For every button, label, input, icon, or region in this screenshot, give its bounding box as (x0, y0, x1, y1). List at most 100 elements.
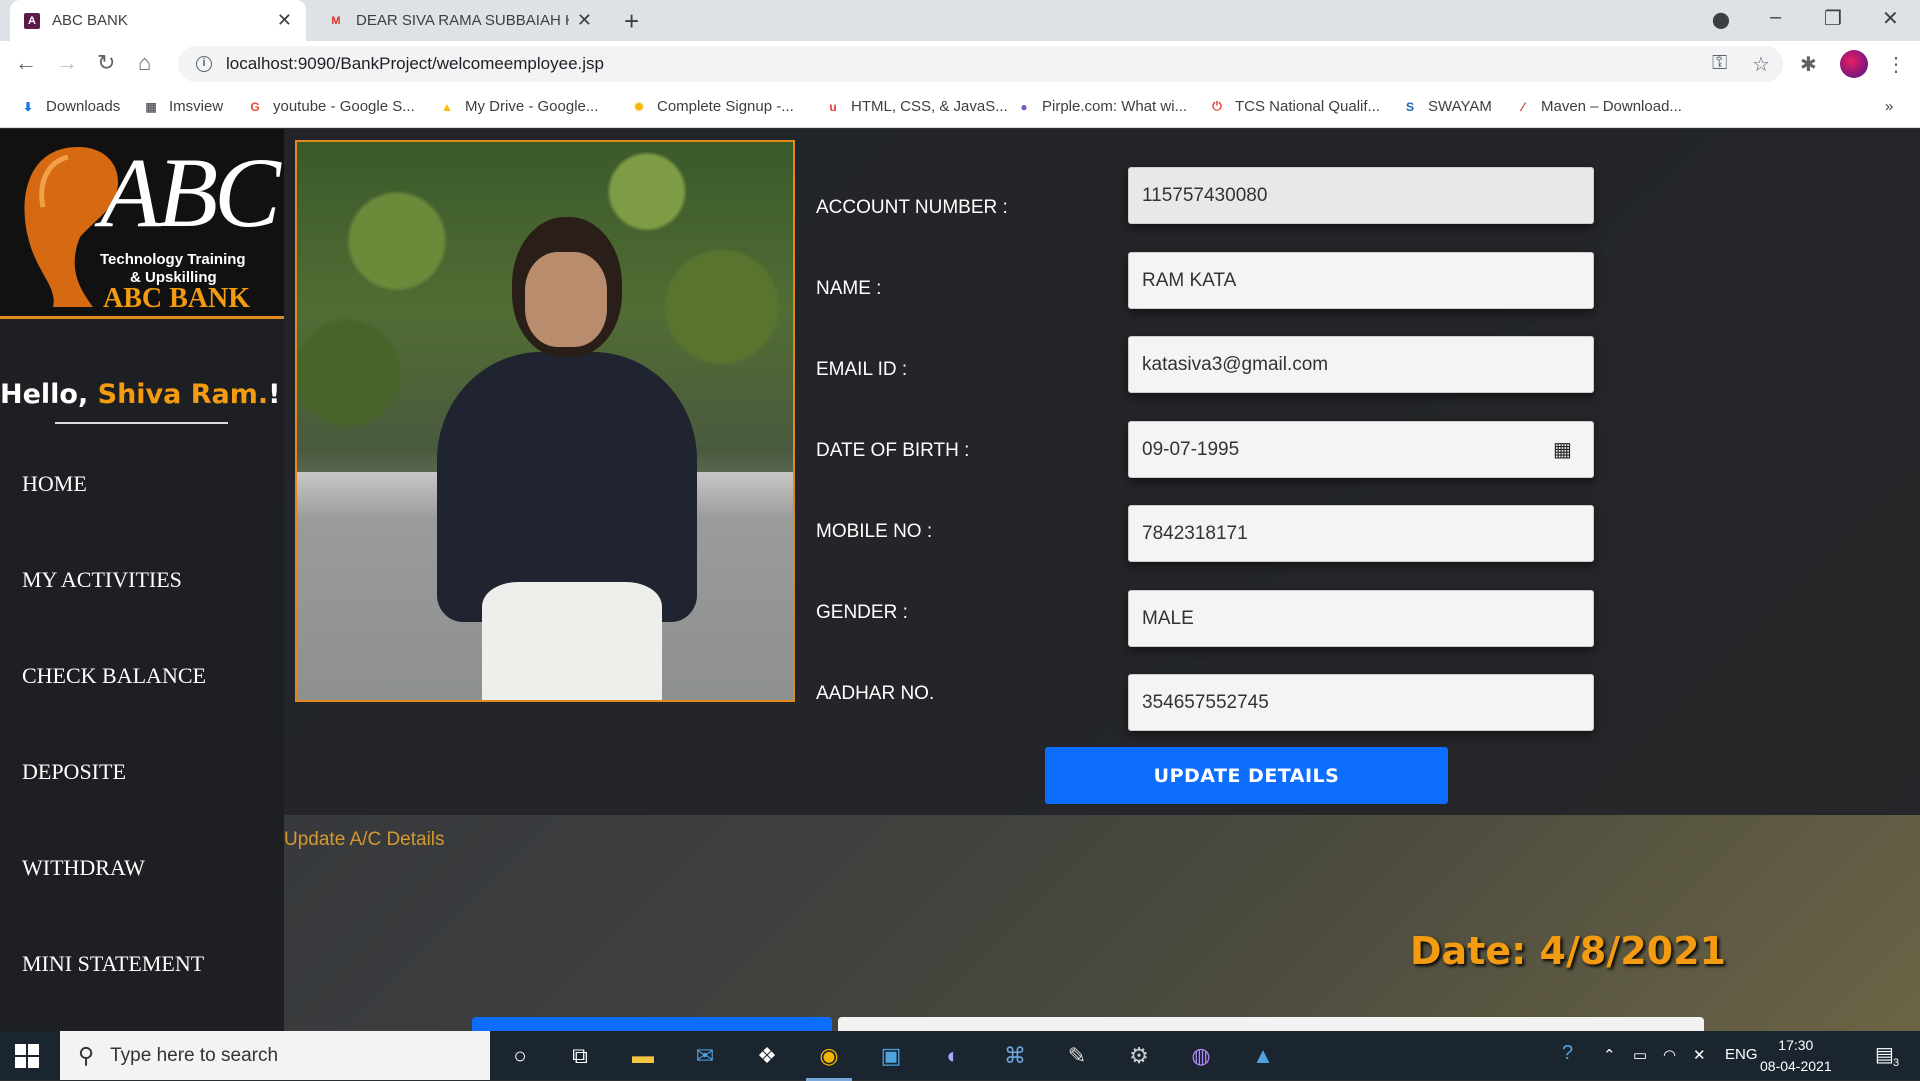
tab-abc-bank[interactable]: A ABC BANK ✕ (10, 0, 306, 41)
bookmark-downloads[interactable]: ⬇ Downloads (20, 98, 120, 115)
github-icon[interactable]: ◍ (1186, 1041, 1216, 1071)
wifi-icon[interactable]: ◠ (1663, 1046, 1676, 1064)
current-date: Date: 4/8/2021 (1410, 929, 1726, 973)
gmail-icon: M (331, 14, 341, 27)
download-icon: ⬇ (22, 99, 34, 114)
bookmark-my-drive[interactable]: ▲ My Drive - Google... (439, 98, 598, 115)
notepad-icon[interactable]: ✎ (1062, 1041, 1092, 1071)
window-close-icon[interactable]: ✕ (1882, 6, 1899, 31)
web-page: ABC Technology Training & Upskilling ABC… (0, 129, 1920, 1031)
calendar-icon[interactable]: ▦ (1553, 437, 1572, 462)
logo-bank-name: ABC BANK (103, 283, 251, 314)
nav-deposite[interactable]: DEPOSITE (22, 759, 126, 785)
star-icon[interactable]: ☆ (1752, 52, 1770, 77)
info-icon[interactable]: i (196, 56, 212, 72)
bookmarks-overflow[interactable]: » (1885, 98, 1893, 115)
account-number-field[interactable] (1128, 167, 1594, 224)
bookmark-complete-signup[interactable]: ✹ Complete Signup -... (631, 98, 794, 115)
chrome-icon[interactable]: ◉ (806, 1041, 852, 1081)
date-of-birth-field[interactable] (1128, 421, 1594, 478)
label-mobile: MOBILE NO : (816, 521, 933, 542)
bookmark-imsview[interactable]: ▦ Imsview (143, 98, 223, 115)
app-icon[interactable]: ▣ (876, 1041, 906, 1071)
name-field[interactable] (1128, 252, 1594, 309)
bookmark-pirple[interactable]: ● Pirple.com: What wi... (1016, 98, 1187, 115)
close-icon[interactable]: ✕ (277, 10, 292, 31)
bottom-button-partial[interactable] (472, 1017, 832, 1031)
nav-withdraw[interactable]: WITHDRAW (22, 855, 145, 881)
search-icon: ⚲ (78, 1042, 95, 1068)
bank-logo: ABC Technology Training & Upskilling ABC… (0, 129, 284, 319)
mail-icon[interactable]: ✉ (690, 1041, 720, 1071)
settings-icon[interactable]: ⚙ (1124, 1041, 1154, 1071)
taskbar-search[interactable]: ⚲ Type here to search (60, 1031, 490, 1080)
bottom-field-partial[interactable] (838, 1017, 1704, 1031)
label-name: NAME : (816, 278, 882, 299)
label-gender: GENDER : (816, 602, 908, 623)
update-ac-details-link[interactable]: Update A/C Details (284, 829, 445, 851)
greeting-underline (55, 422, 228, 424)
label-account-number: ACCOUNT NUMBER : (816, 197, 1008, 218)
nav-my-activities[interactable]: MY ACTIVITIES (22, 567, 182, 593)
maven-icon: ⁄ (1521, 99, 1524, 114)
bookmark-youtube[interactable]: Gyoutube - Google S... (247, 98, 414, 115)
tab-search-icon[interactable]: ⬤ (1712, 10, 1730, 30)
file-explorer-icon[interactable]: ▬ (628, 1041, 658, 1071)
swayam-icon: S (1405, 99, 1414, 114)
logo-tagline-1: Technology Training (100, 251, 246, 268)
system-clock[interactable]: 17:30 08-04-2021 (1760, 1035, 1832, 1077)
tab-title: DEAR SIVA RAMA SUBBAIAH KAT (356, 12, 569, 29)
dropbox-icon[interactable]: ❖ (752, 1041, 782, 1071)
aadhar-field[interactable] (1128, 674, 1594, 731)
url-text: localhost:9090/BankProject/welcomeemploy… (226, 54, 604, 73)
gender-field[interactable] (1128, 590, 1594, 647)
bookmark-maven[interactable]: ⁄ Maven – Download... (1515, 98, 1682, 115)
notification-icon[interactable]: ▤ (1875, 1042, 1894, 1067)
eclipse-icon[interactable]: ◐ (938, 1041, 968, 1071)
minimize-icon[interactable]: – (1770, 6, 1781, 29)
windows-start-icon[interactable] (15, 1044, 39, 1068)
battery-icon[interactable]: ▭ (1633, 1046, 1647, 1064)
grid-icon: ▦ (145, 99, 157, 114)
language-indicator[interactable]: ENG (1725, 1046, 1758, 1063)
close-icon[interactable]: ✕ (577, 10, 592, 31)
help-icon[interactable]: ? (1562, 1042, 1573, 1065)
back-arrow-icon[interactable]: ← (15, 50, 37, 76)
bookmark-html-css[interactable]: u HTML, CSS, & JavaS... (825, 98, 1007, 115)
mysql-icon[interactable]: ⌘ (1000, 1041, 1030, 1071)
search-placeholder: Type here to search (110, 1044, 279, 1066)
drive-icon: ▲ (441, 99, 453, 114)
profile-photo (295, 140, 795, 702)
tab-title: ABC BANK (52, 12, 128, 29)
forward-arrow-icon[interactable]: → (56, 50, 78, 76)
bank-favicon-icon: A (24, 12, 40, 29)
profile-avatar[interactable] (1840, 50, 1868, 78)
nav-mini-statement[interactable]: MINI STATEMENT (22, 951, 204, 977)
volume-muted-icon[interactable]: ✕ (1693, 1046, 1706, 1064)
menu-icon[interactable]: ⋮ (1886, 52, 1906, 77)
extensions-icon[interactable]: ✱ (1800, 52, 1817, 77)
new-tab-button[interactable]: + (624, 6, 639, 37)
chevron-up-icon[interactable]: ⌃ (1603, 1046, 1616, 1064)
reload-icon[interactable]: ↻ (97, 50, 115, 76)
cortana-icon[interactable]: ○ (505, 1041, 535, 1071)
user-name: Shiva Ram. (97, 379, 269, 410)
restore-icon[interactable]: ❐ (1824, 6, 1842, 31)
key-icon[interactable]: ⚿ (1712, 52, 1727, 75)
clock-time: 17:30 (1778, 1037, 1814, 1053)
task-view-icon[interactable]: ⧉ (565, 1041, 595, 1071)
nav-home[interactable]: HOME (22, 471, 87, 497)
address-bar[interactable]: i localhost:9090/BankProject/welcomeempl… (178, 46, 1783, 82)
tab-gmail[interactable]: M DEAR SIVA RAMA SUBBAIAH KAT ✕ (314, 0, 606, 41)
bookmark-swayam[interactable]: S SWAYAM (1402, 98, 1492, 115)
email-field[interactable] (1128, 336, 1594, 393)
home-icon[interactable]: ⌂ (138, 50, 151, 76)
mobile-field[interactable] (1128, 505, 1594, 562)
label-email: EMAIL ID : (816, 359, 908, 380)
bookmark-tcs[interactable]: ⏻ TCS National Qualif... (1209, 98, 1380, 115)
clock-date: 08-04-2021 (1760, 1058, 1832, 1074)
nav-check-balance[interactable]: CHECK BALANCE (22, 663, 206, 689)
bookmarks-bar: ⬇ Downloads ▦ Imsview Gyoutube - Google S.… (0, 88, 1920, 128)
photos-icon[interactable]: ▲ (1248, 1041, 1278, 1071)
update-details-button[interactable]: UPDATE DETAILS (1045, 747, 1448, 804)
